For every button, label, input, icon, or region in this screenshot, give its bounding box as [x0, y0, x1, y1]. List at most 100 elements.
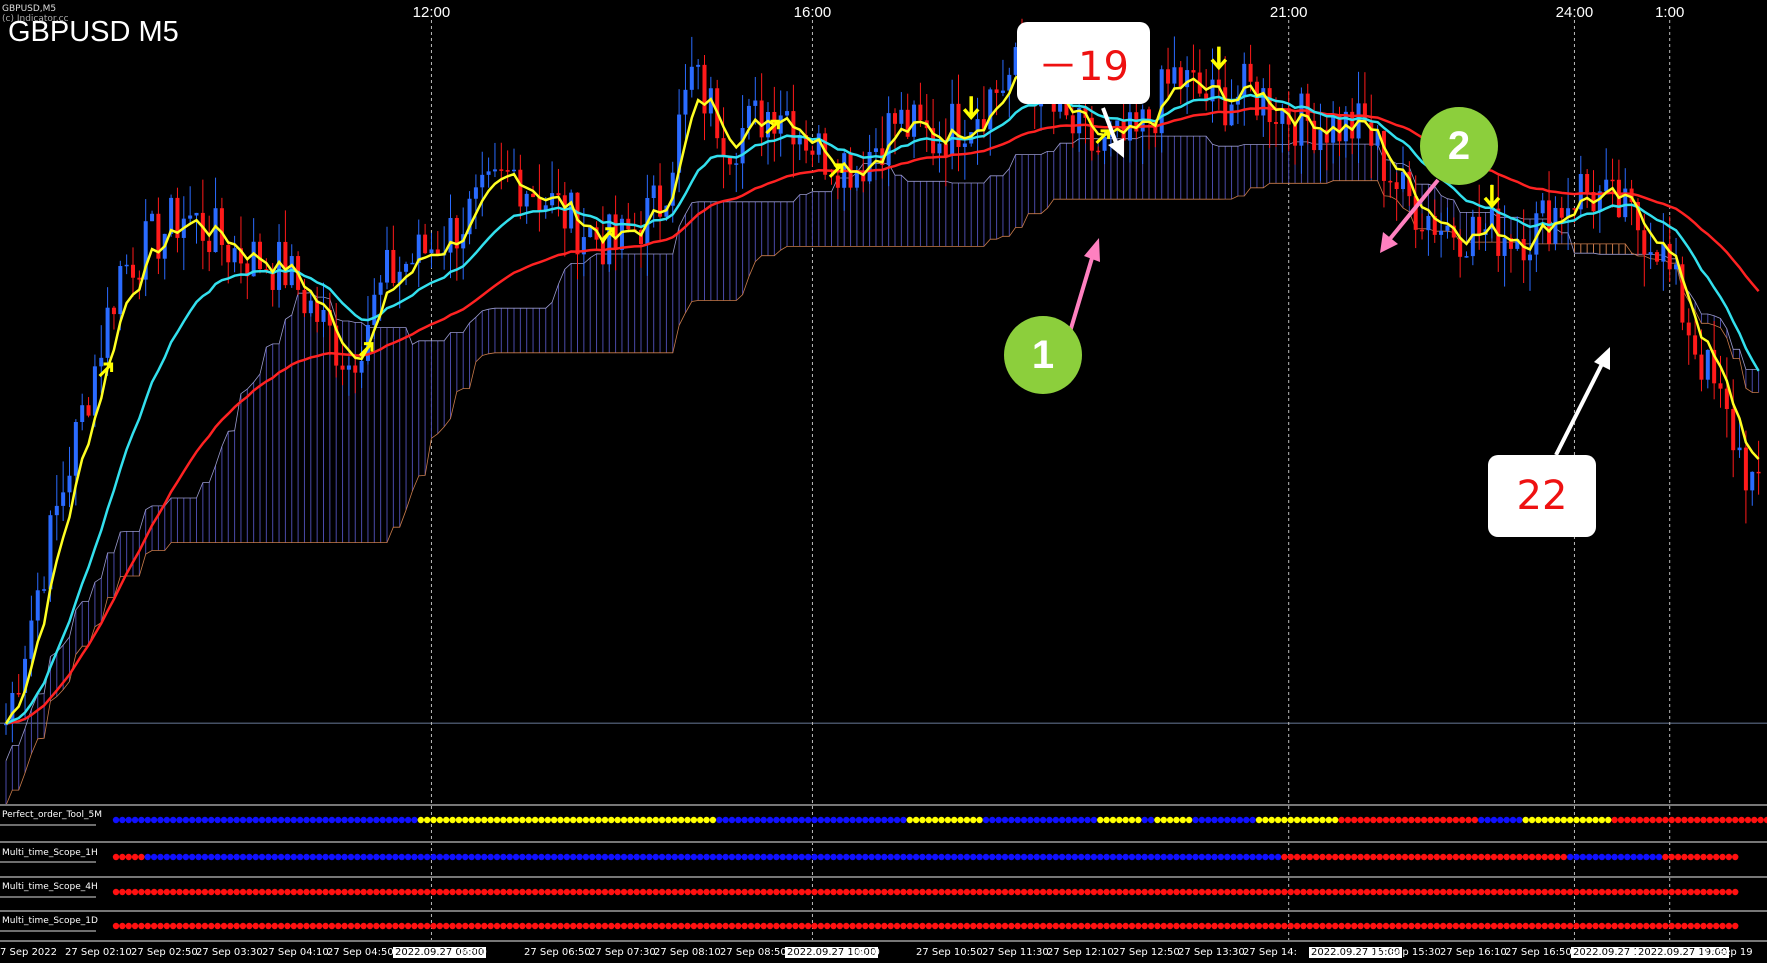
- signal-dot: [1287, 816, 1294, 824]
- white-arrow-2: [1554, 359, 1606, 456]
- signal-dot: [398, 922, 405, 930]
- signal-dot: [1154, 922, 1161, 930]
- signal-dot: [1713, 853, 1720, 861]
- signal-dot: [627, 888, 634, 896]
- signal-dot: [887, 888, 894, 896]
- signal-dot: [347, 888, 355, 896]
- signal-dot: [208, 888, 215, 896]
- signal-dot: [531, 888, 539, 896]
- signal-dot: [627, 816, 634, 824]
- signal-dot: [1579, 853, 1587, 861]
- signal-dot: [900, 853, 907, 861]
- signal-dot: [1624, 853, 1631, 861]
- signal-dot: [1357, 853, 1364, 861]
- signal-dot: [697, 922, 704, 930]
- signal-dot: [258, 888, 266, 896]
- signal-dot: [258, 853, 266, 861]
- signal-dot: [443, 922, 450, 930]
- signal-dot: [1687, 816, 1695, 824]
- signal-dot: [239, 888, 247, 896]
- signal-dot: [843, 922, 850, 930]
- candle-body: [893, 113, 897, 124]
- signal-dot: [290, 922, 297, 930]
- signal-dot: [1160, 816, 1167, 824]
- signal-dot: [1224, 922, 1231, 930]
- candle-body: [169, 197, 174, 234]
- signal-dot: [138, 888, 145, 896]
- candle-body: [92, 366, 97, 416]
- signal-dot: [1166, 853, 1174, 861]
- signal-dot: [931, 922, 939, 930]
- signal-dot: [138, 853, 145, 861]
- signal-dot: [449, 888, 456, 896]
- signal-dot: [995, 816, 1002, 824]
- signal-dot: [1020, 816, 1028, 824]
- signal-dot: [131, 816, 139, 824]
- signal-dot: [601, 922, 609, 930]
- signal-dot: [150, 922, 158, 930]
- signal-dot: [690, 922, 698, 930]
- signal-dot: [538, 888, 545, 896]
- signal-dot: [1586, 816, 1593, 824]
- signal-dot: [1408, 888, 1415, 896]
- signal-dot: [1541, 922, 1548, 930]
- signal-dot: [1713, 888, 1720, 896]
- candle-body: [302, 289, 307, 314]
- signal-dot: [589, 888, 596, 896]
- signal-dot: [1306, 888, 1314, 896]
- signal-dot: [512, 888, 520, 896]
- signal-dot: [195, 853, 202, 861]
- signal-dot: [493, 922, 501, 930]
- signal-dot: [1052, 888, 1060, 896]
- signal-dot: [462, 922, 469, 930]
- signal-dot: [1033, 922, 1040, 930]
- signal-dot: [1662, 816, 1669, 824]
- signal-dot: [1414, 888, 1421, 896]
- signal-dot: [519, 888, 526, 896]
- signal-dot: [1401, 922, 1409, 930]
- signal-dot: [754, 853, 761, 861]
- signal-dot: [1395, 816, 1402, 824]
- signal-dot: [1078, 816, 1085, 824]
- candle-body: [1642, 230, 1647, 255]
- signal-dot: [1173, 922, 1180, 930]
- signal-dot: [868, 888, 875, 896]
- candle-body: [194, 212, 199, 216]
- signal-dot: [1687, 922, 1695, 930]
- time-axis-label: 27 Sep 08:10: [654, 947, 721, 958]
- signal-dot: [1128, 922, 1136, 930]
- signal-dot: [189, 853, 196, 861]
- signal-dot: [1147, 888, 1155, 896]
- signal-dot: [436, 853, 444, 861]
- signal-dot: [849, 922, 856, 930]
- signal-dot: [824, 888, 831, 896]
- signal-dot: [1147, 853, 1155, 861]
- signal-dot: [563, 853, 571, 861]
- signal-dot: [163, 888, 170, 896]
- signal-dot: [1084, 922, 1091, 930]
- signal-dot: [1325, 888, 1333, 896]
- signal-dot: [671, 888, 678, 896]
- signal-dot: [246, 816, 253, 824]
- signal-dot: [620, 853, 628, 861]
- signal-dot: [1528, 888, 1536, 896]
- signal-dot: [1014, 922, 1021, 930]
- signal-dot: [1230, 922, 1237, 930]
- signal-dot: [379, 853, 386, 861]
- candle-body: [1102, 136, 1107, 151]
- signal-dot: [1459, 888, 1466, 896]
- signal-dot: [601, 816, 609, 824]
- signal-dot: [1490, 816, 1498, 824]
- signal-dot: [1287, 853, 1294, 861]
- time-axis-label: 27 Sep 11:30: [982, 947, 1049, 958]
- signal-dot: [1185, 888, 1193, 896]
- signal-dot: [1674, 853, 1682, 861]
- signal-dot: [1535, 922, 1542, 930]
- signal-dot: [1179, 922, 1187, 930]
- signal-dot: [1192, 888, 1199, 896]
- signal-dot: [1522, 816, 1529, 824]
- signal-dot: [1516, 853, 1523, 861]
- signal-dot: [1274, 853, 1282, 861]
- signal-dot: [728, 853, 736, 861]
- signal-dot: [538, 853, 545, 861]
